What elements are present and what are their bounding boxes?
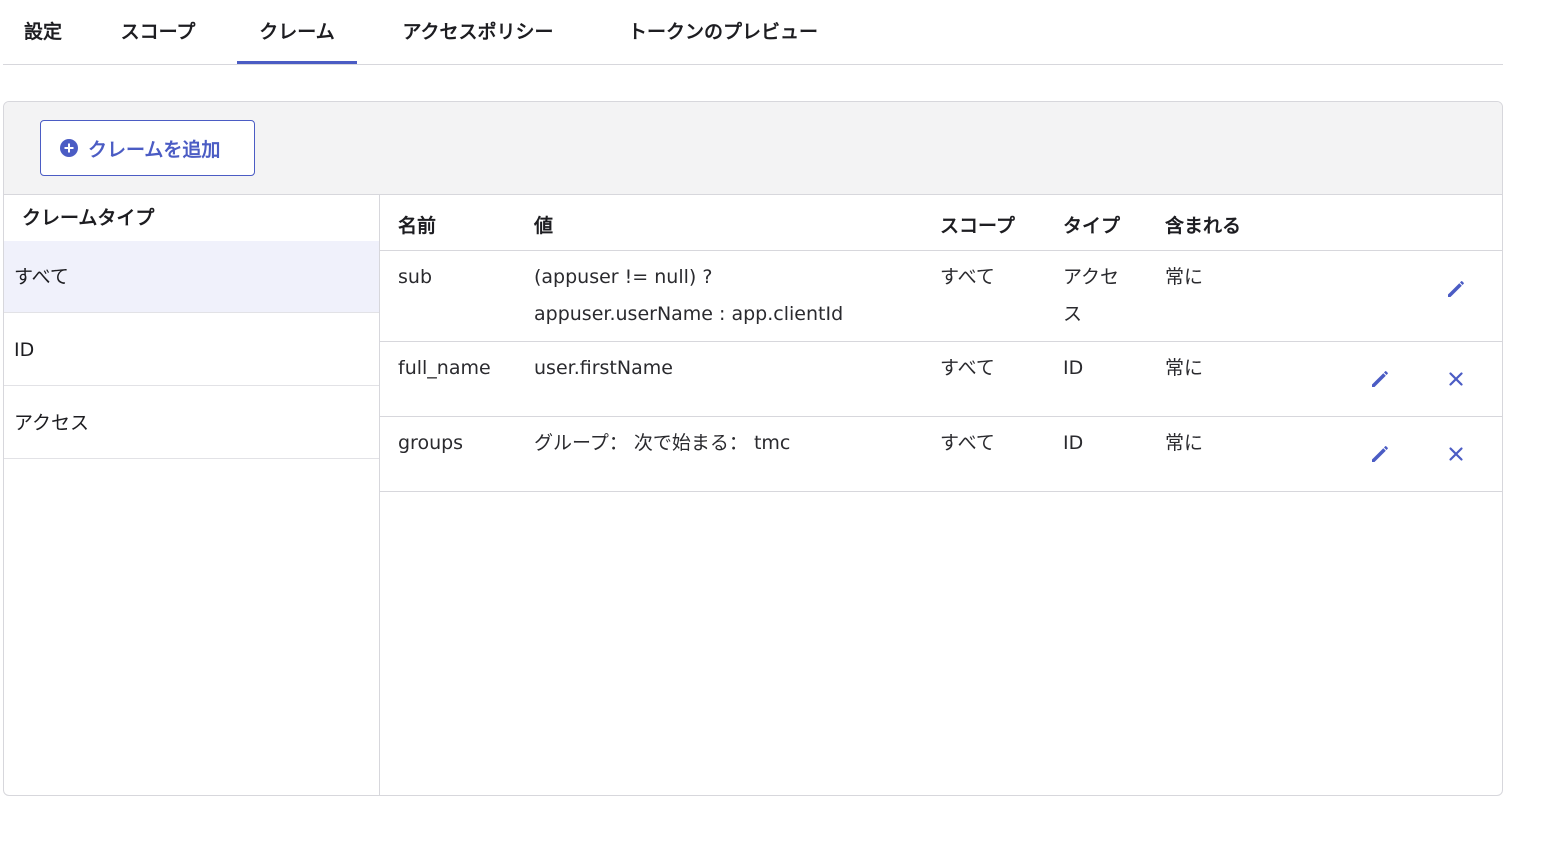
claim-type-access[interactable]: アクセス	[4, 387, 379, 459]
pencil-icon	[1372, 446, 1388, 462]
claim-value: (appuser != null) ? appuser.userName : a…	[534, 266, 844, 325]
claim-name: full_name	[398, 357, 491, 379]
close-icon	[1449, 372, 1463, 386]
close-icon	[1449, 447, 1463, 461]
claim-type: アクセス	[1063, 266, 1120, 325]
edit-button[interactable]	[1368, 442, 1392, 466]
claim-scope: すべて	[940, 266, 995, 288]
claim-name: sub	[398, 266, 433, 288]
claim-included: 常に	[1165, 432, 1204, 454]
claim-name: groups	[398, 432, 464, 454]
claim-value: user.firstName	[534, 357, 673, 379]
tab-bar: 設定 スコープ クレーム アクセスポリシー トークンのプレビュー	[3, 0, 1503, 65]
tab-settings[interactable]: 設定	[3, 0, 83, 64]
edit-button[interactable]	[1444, 277, 1468, 301]
claim-value: グループ： 次で始まる： tmc	[534, 432, 791, 454]
claim-type-sidebar: クレームタイプ すべて ID アクセス	[4, 195, 380, 795]
pencil-icon	[1448, 281, 1464, 297]
add-claim-button[interactable]: クレームを追加	[40, 120, 255, 176]
column-header-scope: スコープ	[940, 215, 1015, 237]
table-row: groups グループ： 次で始まる： tmc すべて ID 常に	[380, 417, 1502, 492]
claims-table: 名前 値 スコープ タイプ 含まれる sub (appuser != null)…	[380, 195, 1502, 795]
claim-included: 常に	[1165, 357, 1204, 379]
add-claim-label: クレームを追加	[88, 138, 221, 161]
claim-scope: すべて	[940, 357, 995, 379]
claim-type: ID	[1063, 357, 1084, 379]
column-header-type: タイプ	[1063, 215, 1121, 237]
tab-claims[interactable]: クレーム	[237, 0, 357, 64]
claim-scope: すべて	[940, 432, 995, 454]
column-header-included: 含まれる	[1165, 215, 1242, 237]
table-header: 名前 値 スコープ タイプ 含まれる	[380, 195, 1502, 251]
plus-circle-icon	[60, 139, 78, 157]
pencil-icon	[1372, 371, 1388, 387]
column-header-value: 値	[534, 215, 554, 237]
claim-type: ID	[1063, 432, 1084, 454]
tab-token-preview[interactable]: トークンのプレビュー	[603, 0, 843, 64]
table-row: sub (appuser != null) ? appuser.userName…	[380, 251, 1502, 342]
claim-type-id[interactable]: ID	[4, 314, 379, 386]
column-header-name: 名前	[398, 215, 437, 237]
edit-button[interactable]	[1368, 367, 1392, 391]
claims-toolbar: クレームを追加	[4, 102, 1502, 195]
claim-included: 常に	[1165, 266, 1204, 288]
claim-type-heading: クレームタイプ	[22, 207, 155, 229]
tab-access-policies[interactable]: アクセスポリシー	[381, 0, 575, 64]
claim-type-all[interactable]: すべて	[4, 241, 379, 313]
delete-button[interactable]	[1444, 442, 1468, 466]
table-row: full_name user.firstName すべて ID 常に	[380, 342, 1502, 417]
delete-button[interactable]	[1444, 367, 1468, 391]
tab-scopes[interactable]: スコープ	[103, 0, 213, 64]
claims-panel: クレームを追加 クレームタイプ すべて ID アクセス 名前 値 スコープ タイ…	[3, 101, 1503, 796]
